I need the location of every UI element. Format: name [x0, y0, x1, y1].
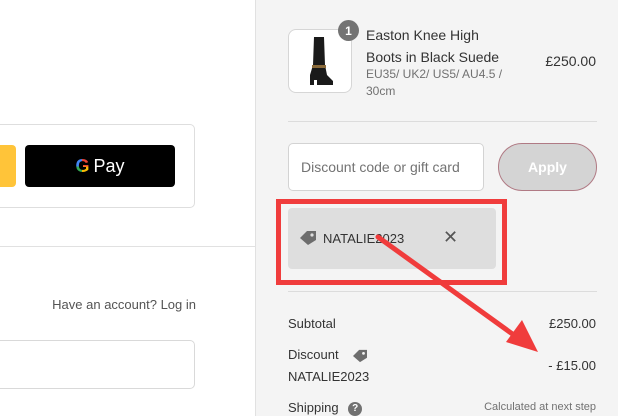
account-prompt-text: Have an account? — [52, 297, 157, 312]
divider — [288, 291, 597, 292]
discount-label: Discount — [288, 347, 339, 362]
product-variant: EU35/ UK2/ US5/ AU4.5 / 30cm — [366, 67, 503, 98]
gpay-label: Pay — [93, 155, 125, 176]
divider — [0, 246, 255, 247]
subtotal-value: £250.00 — [549, 316, 596, 331]
shipping-label: Shipping — [288, 400, 339, 415]
tag-icon — [353, 349, 368, 362]
discount-label-row: Discount — [288, 347, 368, 363]
discount-value: - £15.00 — [548, 358, 596, 373]
login-link[interactable]: Log in — [161, 297, 196, 312]
google-g-icon: G — [75, 155, 90, 176]
annotation-highlight-box — [276, 199, 507, 285]
discount-code-label: NATALIE2023 — [288, 369, 370, 384]
quantity-badge: 1 — [338, 20, 359, 41]
boot-image — [310, 37, 333, 85]
product-price: £250.00 — [545, 53, 596, 69]
paypal-button[interactable] — [0, 145, 16, 187]
order-summary-pane: 1 Easton Knee High Boots in Black Suede … — [255, 0, 618, 416]
google-pay-button[interactable]: G Pay — [25, 145, 175, 187]
account-prompt: Have an account? Log in — [52, 297, 196, 312]
divider — [288, 121, 597, 122]
help-icon[interactable]: ? — [348, 401, 363, 416]
email-field[interactable] — [0, 340, 195, 389]
apply-button[interactable]: Apply — [498, 143, 597, 191]
product-name: Easton Knee High Boots in Black Suede — [366, 27, 500, 65]
checkout-main-pane: G Pay Have an account? Log in — [0, 0, 255, 416]
discount-code-input[interactable] — [288, 143, 484, 191]
shipping-row: Shipping ? — [288, 400, 363, 416]
shipping-value: Calculated at next step — [484, 401, 596, 413]
subtotal-label: Subtotal — [288, 316, 336, 331]
